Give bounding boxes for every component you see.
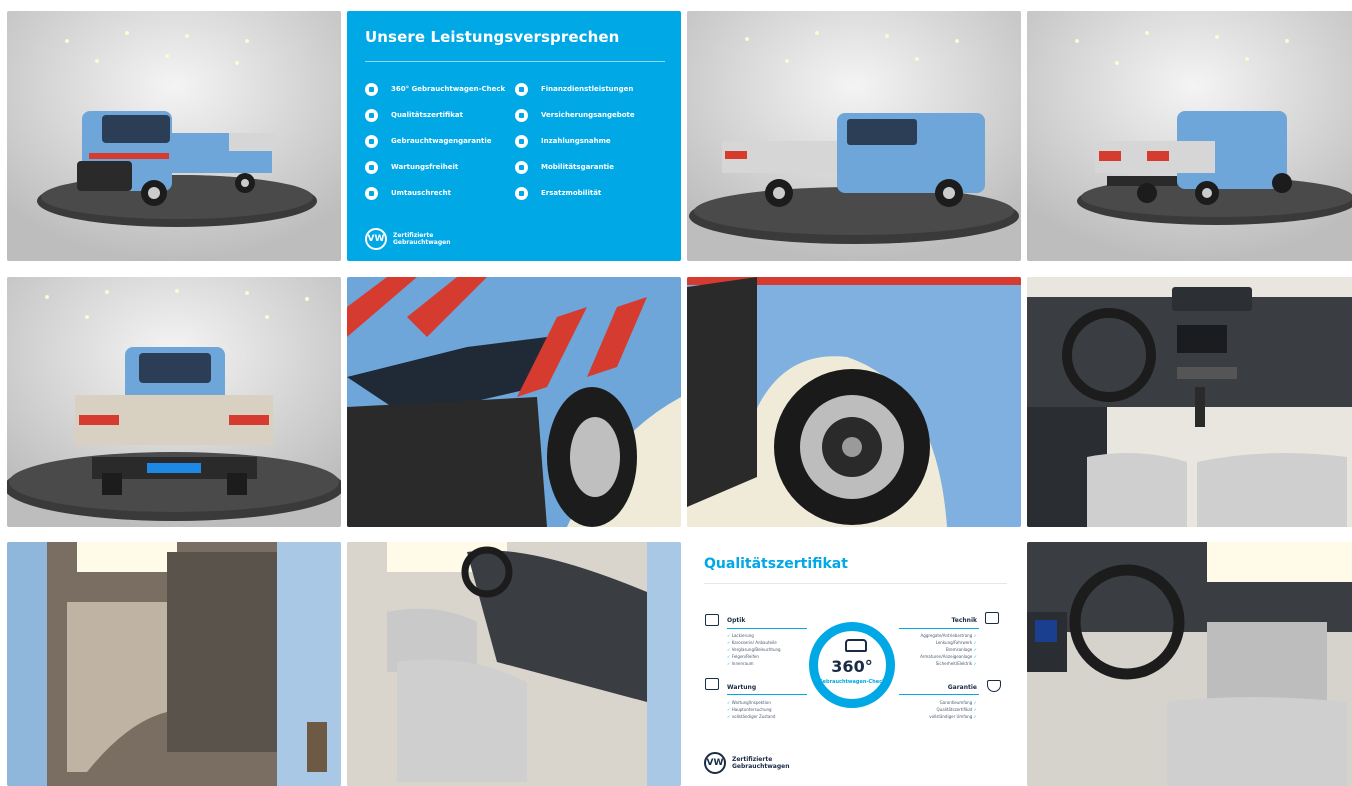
key-icon <box>515 186 528 200</box>
promo-left-list: 360° Gebrauchtwagen-Check Qualitätszerti… <box>365 76 515 206</box>
car-body-icon <box>705 614 719 626</box>
cert-line <box>899 628 979 629</box>
wrench-icon <box>365 160 378 174</box>
gallery-photo-headlight-detail[interactable] <box>347 277 681 527</box>
cert-line <box>727 694 807 695</box>
gallery-photo-side[interactable] <box>687 11 1021 261</box>
promo-item: Ersatzmobilität <box>515 180 665 206</box>
cert-divider <box>704 583 1007 584</box>
gallery-photo-rear-right[interactable] <box>1027 11 1352 261</box>
cert-optik-list: LackierungKarosserie/ AnbauteileVerglasu… <box>727 632 781 667</box>
umbrella-icon <box>515 108 528 122</box>
promo-divider <box>365 61 665 62</box>
promo-item: 360° Gebrauchtwagen-Check <box>365 76 515 102</box>
promo-item: Finanzdienstleistungen <box>515 76 665 102</box>
cert-section-optik: Optik <box>727 617 746 624</box>
promo-item: Umtauschrecht <box>365 180 515 206</box>
gallery-photo-cabin-interior[interactable] <box>347 542 681 786</box>
promo-item: Versicherungsangebote <box>515 102 665 128</box>
gallery-photo-driver-seat[interactable] <box>1027 542 1352 786</box>
cert-line <box>727 628 807 629</box>
promo-item: Qualitätszertifikat <box>365 102 515 128</box>
vw-logo-icon: VW <box>365 228 387 250</box>
tradein-icon <box>515 134 528 148</box>
image-gallery: Unsere Leistungsversprechen 360° Gebrauc… <box>0 0 1352 786</box>
vw-logo-icon: VW <box>704 752 726 774</box>
cert-wartung-list: Wartung/InspektionHauptuntersuchungvolls… <box>727 699 776 720</box>
promo-item: Mobilitätsgarantie <box>515 154 665 180</box>
exchange-icon <box>365 186 378 200</box>
cert-footer: VW Zertifizierte Gebrauchtwagen <box>704 752 790 774</box>
cert-section-technik: Technik <box>951 617 977 624</box>
car-check-icon <box>985 612 999 624</box>
promo-item: Inzahlungsnahme <box>515 128 665 154</box>
certificate-icon <box>365 108 378 122</box>
shield-check-icon <box>987 680 1001 692</box>
cert-360-badge: 360° Gebrauchtwagen-Check <box>809 622 895 708</box>
gallery-photo-front-left[interactable] <box>7 11 341 261</box>
check-icon <box>365 82 378 96</box>
car-icon <box>515 160 528 174</box>
gallery-photo-wheel-detail[interactable] <box>687 277 1021 527</box>
wrench-icon <box>705 678 719 690</box>
car-icon <box>845 639 867 652</box>
promo-title: Unsere Leistungsversprechen <box>365 28 620 46</box>
cert-section-wartung: Wartung <box>727 684 757 691</box>
cert-panel-qualitaetszertifikat[interactable]: Qualitätszertifikat Optik LackierungKaro… <box>687 542 1021 786</box>
cert-section-garantie: Garantie <box>947 684 977 691</box>
promo-panel-leistungsversprechen[interactable]: Unsere Leistungsversprechen 360° Gebrauc… <box>347 11 681 261</box>
promo-item: Wartungsfreiheit <box>365 154 515 180</box>
cert-garantie-list: GarantieumfangQualitätszertifikatvollstä… <box>929 699 977 720</box>
promo-item: Gebrauchtwagengarantie <box>365 128 515 154</box>
cert-title: Qualitätszertifikat <box>704 556 848 572</box>
finance-icon <box>515 82 528 96</box>
promo-right-list: Finanzdienstleistungen Versicherungsange… <box>515 76 665 206</box>
promo-footer: VW Zertifizierte Gebrauchtwagen <box>365 228 665 250</box>
gallery-photo-rear[interactable] <box>7 277 341 527</box>
gallery-photo-rear-bench[interactable] <box>7 542 341 786</box>
cert-technik-list: Aggregate/AntriebsstrangLenkung/Fahrwerk… <box>920 632 977 667</box>
gallery-photo-dashboard[interactable] <box>1027 277 1352 527</box>
cert-line <box>899 694 979 695</box>
shield-icon <box>365 134 378 148</box>
